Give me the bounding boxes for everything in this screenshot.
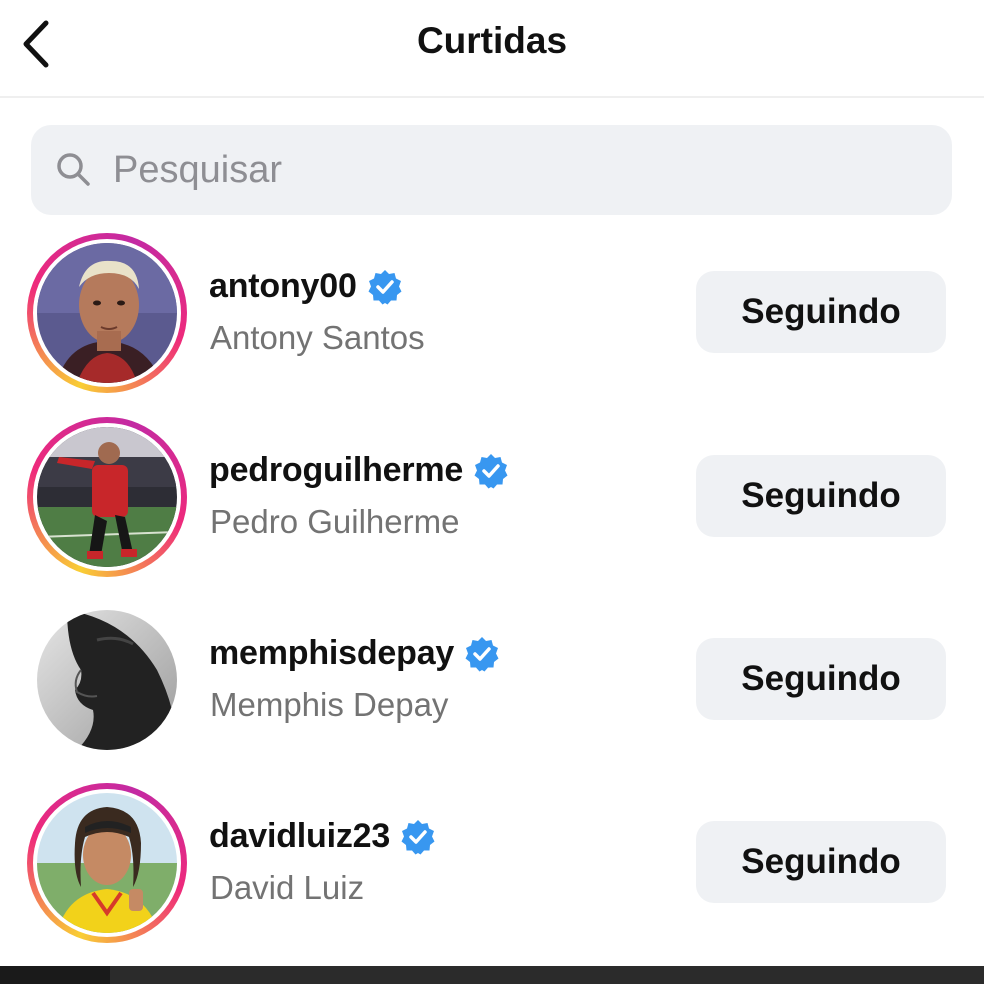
search-icon bbox=[55, 150, 95, 190]
username[interactable]: davidluiz23 bbox=[209, 817, 390, 856]
full-name: Memphis Depay bbox=[210, 686, 449, 723]
profile-photo bbox=[37, 610, 177, 750]
username-row[interactable]: pedroguilherme bbox=[209, 451, 509, 490]
likes-screen: Curtidas Pesquisar antony00 Antony Santo… bbox=[0, 0, 984, 984]
following-button[interactable]: Seguindo bbox=[696, 455, 946, 537]
full-name: Pedro Guilherme bbox=[210, 503, 460, 540]
story-ring bbox=[27, 417, 187, 577]
username-row[interactable]: antony00 bbox=[209, 267, 403, 306]
page-title: Curtidas bbox=[416, 20, 568, 61]
list-item[interactable]: pedroguilherme Pedro Guilherme Seguindo bbox=[0, 417, 984, 587]
list-item[interactable]: memphisdepay Memphis Depay Seguindo bbox=[0, 600, 984, 770]
profile-photo bbox=[37, 427, 177, 567]
story-ring bbox=[27, 233, 187, 393]
story-ring bbox=[27, 783, 187, 943]
profile-photo bbox=[37, 793, 177, 933]
list-item[interactable]: davidluiz23 David Luiz Seguindo bbox=[0, 783, 984, 953]
search-input[interactable] bbox=[111, 147, 875, 193]
verified-badge-icon bbox=[473, 453, 509, 489]
search-bar[interactable] bbox=[31, 125, 952, 215]
avatar[interactable] bbox=[27, 417, 187, 577]
verified-badge-icon bbox=[400, 819, 436, 855]
full-name: Antony Santos bbox=[210, 319, 425, 356]
username-row[interactable]: memphisdepay bbox=[209, 634, 500, 673]
username-row[interactable]: davidluiz23 bbox=[209, 817, 436, 856]
avatar[interactable] bbox=[27, 600, 187, 760]
verified-badge-icon bbox=[367, 269, 403, 305]
verified-badge-icon bbox=[464, 636, 500, 672]
avatar[interactable] bbox=[27, 783, 187, 943]
list-item[interactable]: antony00 Antony Santos Seguindo bbox=[0, 233, 984, 403]
username[interactable]: memphisdepay bbox=[209, 634, 454, 673]
header: Curtidas bbox=[0, 0, 984, 98]
following-button[interactable]: Seguindo bbox=[696, 638, 946, 720]
username[interactable]: pedroguilherme bbox=[209, 451, 463, 490]
username[interactable]: antony00 bbox=[209, 267, 357, 306]
avatar[interactable] bbox=[27, 233, 187, 393]
full-name: David Luiz bbox=[210, 869, 365, 906]
profile-photo bbox=[37, 243, 177, 383]
bottom-edge-bar bbox=[0, 966, 984, 984]
following-button[interactable]: Seguindo bbox=[696, 271, 946, 353]
following-button[interactable]: Seguindo bbox=[696, 821, 946, 903]
